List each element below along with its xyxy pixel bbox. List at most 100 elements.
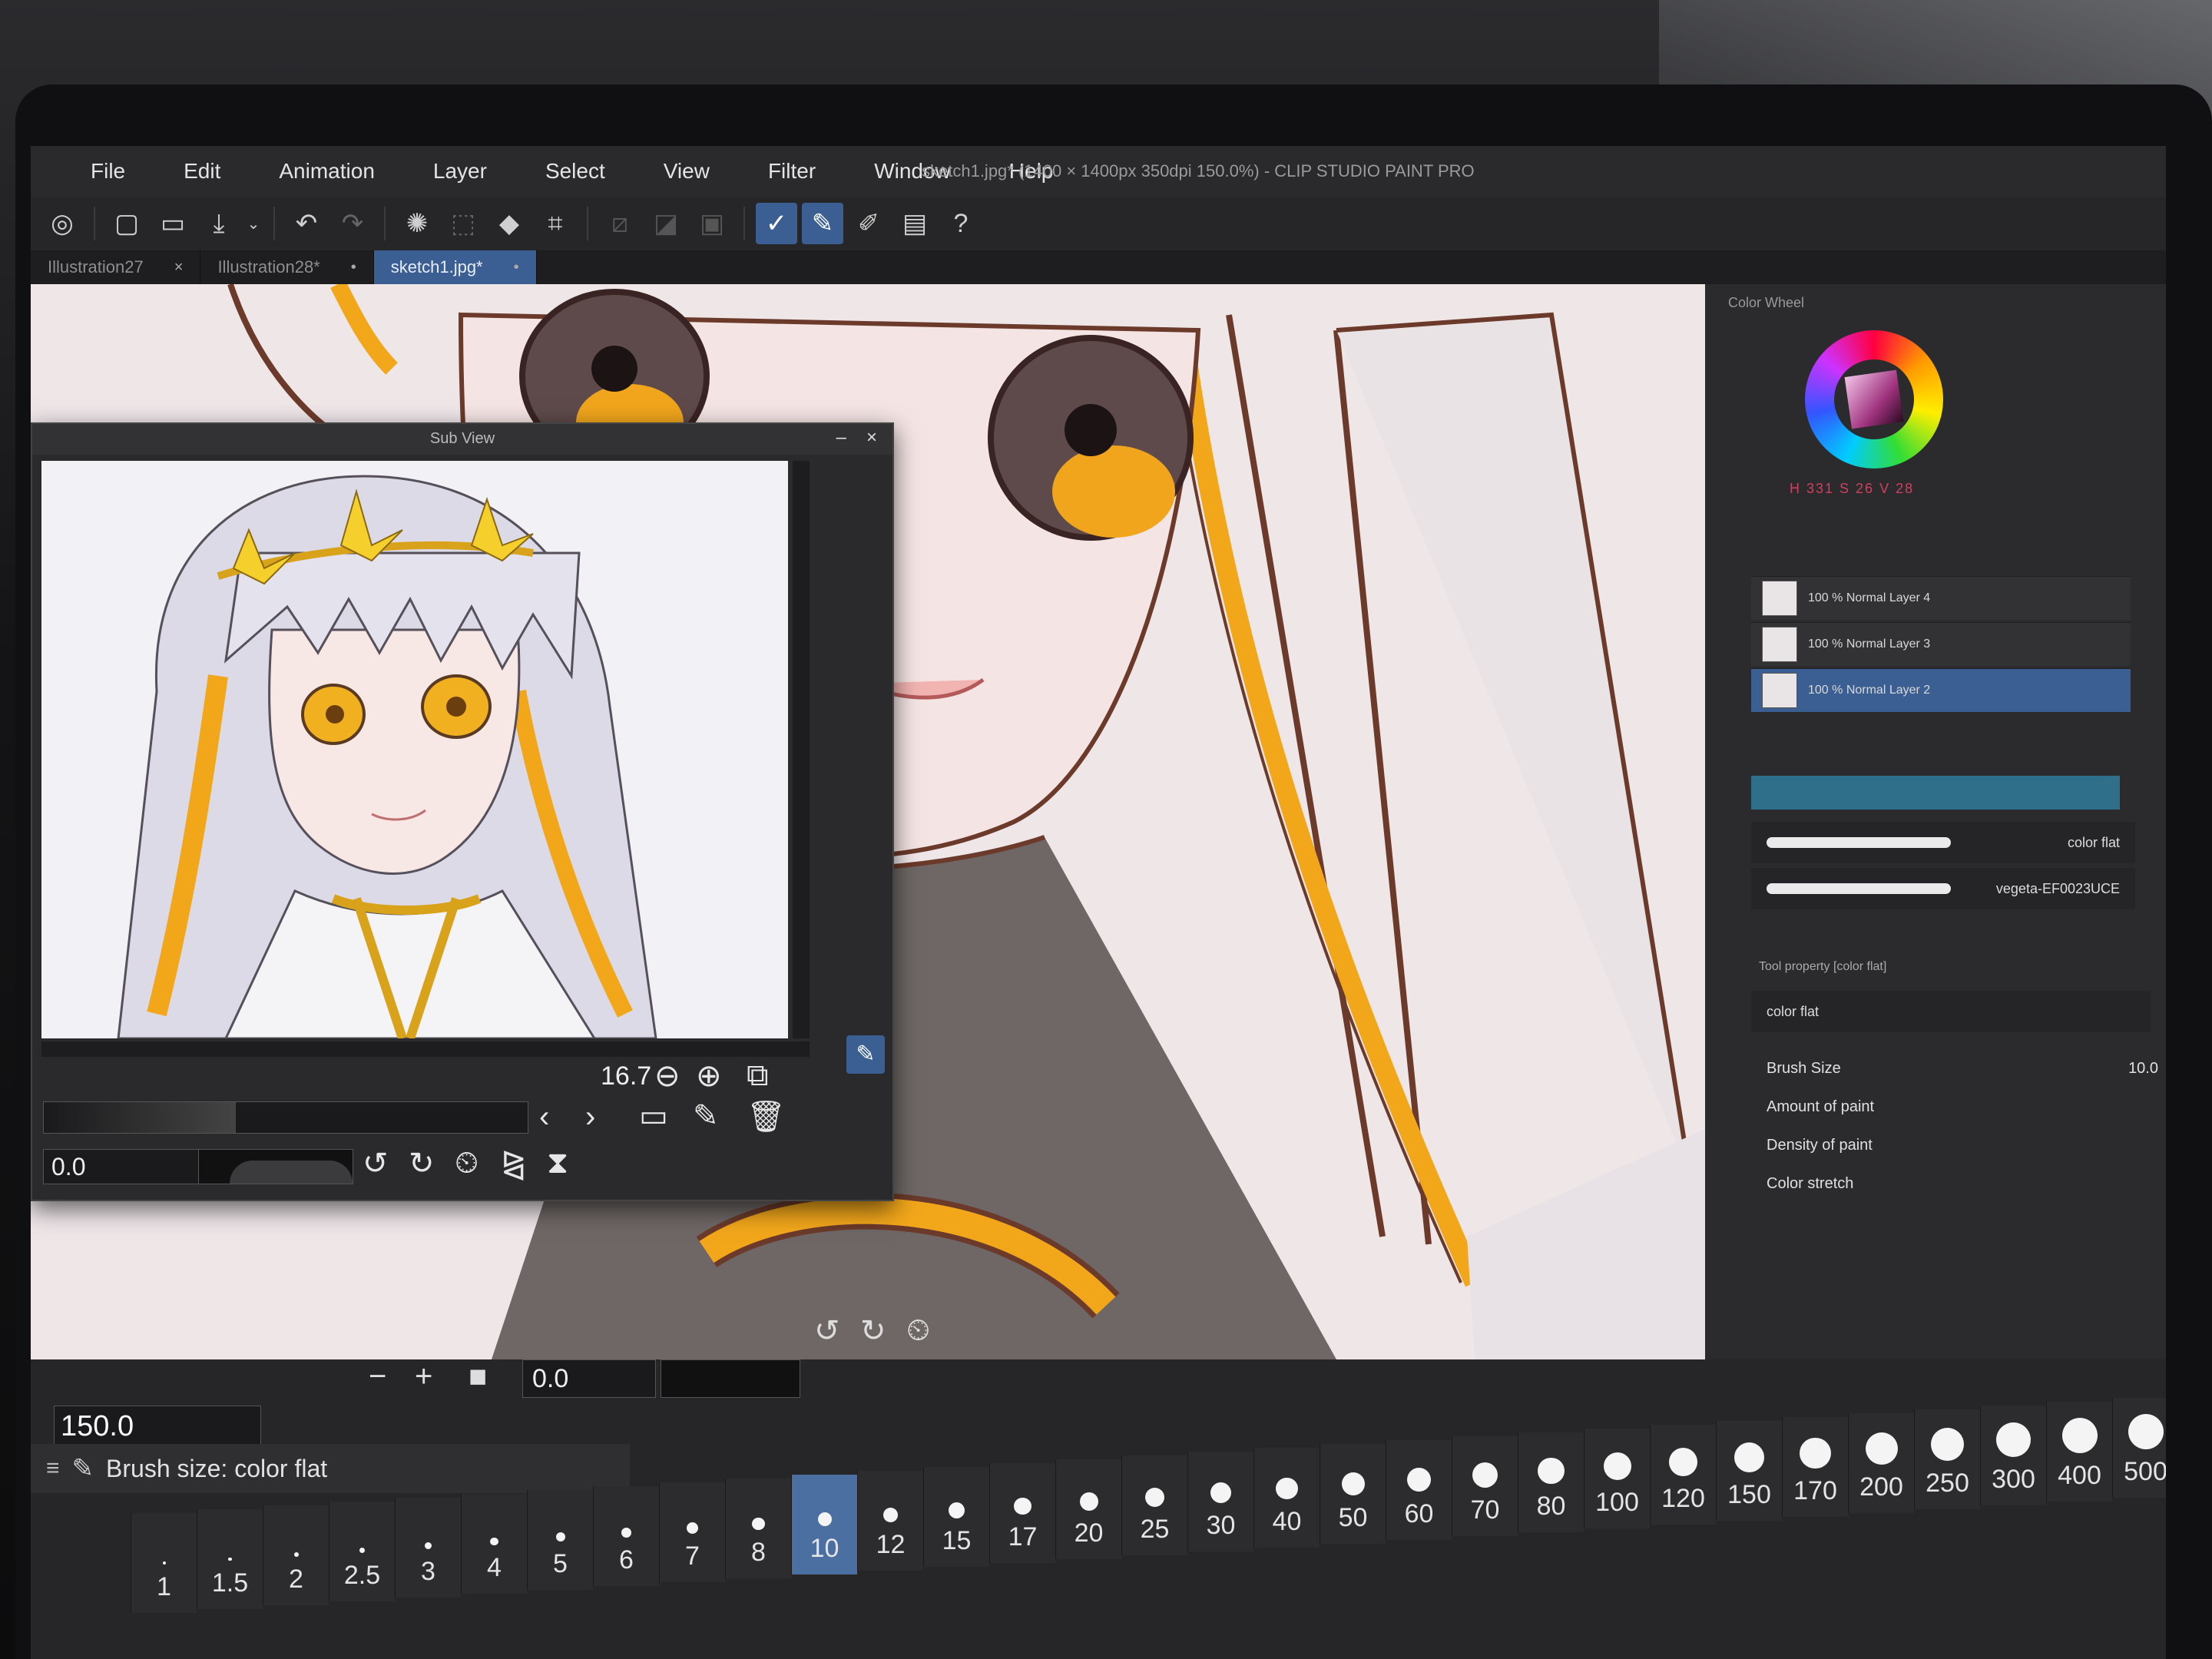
crop-icon[interactable]: ⌗: [535, 203, 576, 244]
brush-size-option[interactable]: 25: [1121, 1455, 1187, 1555]
new-file-icon[interactable]: ▢: [106, 203, 147, 244]
navigator-rotation-field[interactable]: 0.0: [522, 1359, 656, 1398]
rotate-left-icon[interactable]: ↺: [814, 1313, 840, 1349]
brush-size-option[interactable]: 20: [1055, 1459, 1121, 1559]
brush-size-option[interactable]: 4: [461, 1494, 527, 1594]
dropdown-icon[interactable]: ⌄: [244, 203, 263, 244]
brush-size-option[interactable]: 17: [989, 1463, 1055, 1563]
stop-icon[interactable]: ■: [469, 1359, 487, 1394]
brush-size-option[interactable]: 1: [131, 1513, 197, 1613]
brush-color-flat[interactable]: color flat: [1751, 822, 2135, 863]
brush-size-option[interactable]: 170: [1782, 1417, 1848, 1517]
sub-view-titlebar[interactable]: Sub View – ×: [32, 424, 892, 455]
open-folder-icon[interactable]: ▭: [152, 203, 194, 244]
menu-select[interactable]: Select: [516, 159, 634, 184]
marker-icon[interactable]: ✐: [848, 203, 889, 244]
brush-size-option[interactable]: 1.5: [197, 1509, 263, 1609]
brush-size-option[interactable]: 250: [1914, 1409, 1980, 1509]
transform-icon[interactable]: ⬚: [442, 203, 484, 244]
modified-dot-icon[interactable]: •: [351, 259, 356, 276]
brush-size-option[interactable]: 8: [725, 1479, 791, 1578]
import-image-icon[interactable]: ▭: [639, 1098, 668, 1134]
tab-illustration27[interactable]: Illustration27 ×: [31, 250, 201, 284]
rotate-right-icon[interactable]: ↻: [860, 1313, 886, 1349]
menu-layer[interactable]: Layer: [404, 159, 516, 184]
brush-size-option[interactable]: 6: [593, 1486, 659, 1586]
close-icon[interactable]: ×: [174, 259, 184, 276]
color-saturation-square[interactable]: [1844, 369, 1904, 429]
prop-brush-size-value[interactable]: 10.0: [2128, 1060, 2158, 1078]
brush-size-option[interactable]: 80: [1518, 1432, 1584, 1532]
brush-size-option[interactable]: 2.5: [329, 1502, 395, 1601]
brush-size-option[interactable]: 150: [1716, 1421, 1782, 1521]
help-icon[interactable]: ?: [940, 203, 982, 244]
zoom-in-icon[interactable]: ⊕: [696, 1058, 722, 1094]
eyedropper-icon[interactable]: ✎: [846, 1035, 885, 1074]
layer-row[interactable]: 100 % Normal Layer 3: [1751, 622, 2131, 666]
brush-size-option[interactable]: 100: [1584, 1429, 1650, 1528]
menu-file[interactable]: File: [61, 159, 154, 184]
rotation-graph[interactable]: [198, 1149, 353, 1184]
menu-animation[interactable]: Animation: [250, 159, 404, 184]
brush-size-option[interactable]: 120: [1650, 1425, 1716, 1525]
pen-active-icon[interactable]: ✓: [756, 203, 797, 244]
brush-size-option[interactable]: 400: [2046, 1402, 2112, 1502]
rotate-left-icon[interactable]: ↺: [363, 1146, 389, 1181]
previous-image-icon[interactable]: ‹: [539, 1100, 549, 1134]
brush-size-option[interactable]: 15: [923, 1467, 989, 1567]
minimize-icon[interactable]: –: [836, 427, 846, 449]
sub-view-vscrollbar[interactable]: [793, 461, 810, 1038]
brush-size-option[interactable]: 5: [527, 1490, 593, 1590]
brush-size-current[interactable]: 150.0: [54, 1406, 261, 1447]
layer-row[interactable]: 100 % Normal Layer 4: [1751, 576, 2131, 620]
reset-rotation-icon[interactable]: ⏲: [906, 1313, 930, 1348]
brush-size-option[interactable]: 40: [1253, 1448, 1320, 1548]
modified-dot-icon[interactable]: •: [514, 259, 519, 276]
brush-size-option[interactable]: 30: [1187, 1452, 1253, 1551]
sub-view-image[interactable]: [41, 461, 788, 1038]
save-icon[interactable]: ⤓: [198, 203, 240, 244]
zoom-out-icon[interactable]: −: [369, 1359, 386, 1394]
tab-sketch1[interactable]: sketch1.jpg* •: [373, 250, 537, 284]
reset-rotation-icon[interactable]: ⏲: [455, 1146, 478, 1181]
menu-edit[interactable]: Edit: [154, 159, 250, 184]
next-image-icon[interactable]: ›: [585, 1100, 595, 1134]
flip-vertical-icon[interactable]: ⧗: [547, 1146, 568, 1181]
brush-size-option[interactable]: 60: [1386, 1440, 1452, 1540]
brush-vegeta[interactable]: vegeta-EF0023UCE: [1751, 868, 2135, 909]
menu-view[interactable]: View: [634, 159, 739, 184]
sub-view-hscrollbar[interactable]: [41, 1041, 810, 1057]
edit-image-icon[interactable]: ✎: [693, 1098, 719, 1134]
book-icon[interactable]: ▤: [894, 203, 935, 244]
sub-view-rotation-field[interactable]: 0.0: [43, 1149, 206, 1184]
pen2-icon[interactable]: ✎: [802, 203, 843, 244]
deselect-icon[interactable]: ⧄: [599, 203, 641, 244]
delete-icon[interactable]: 🗑: [747, 1098, 786, 1134]
clip-logo-icon[interactable]: ◎: [41, 203, 83, 244]
fill-icon[interactable]: ◆: [488, 203, 530, 244]
snap-icon[interactable]: ▣: [691, 203, 733, 244]
brush-size-option[interactable]: 50: [1320, 1444, 1386, 1544]
brush-size-option[interactable]: 7: [659, 1482, 725, 1582]
brush-size-option[interactable]: 70: [1452, 1436, 1518, 1536]
menu-icon[interactable]: ≡: [46, 1455, 60, 1482]
redo-icon[interactable]: ↷: [332, 203, 373, 244]
zoom-in-icon[interactable]: +: [415, 1359, 432, 1394]
layer-row-selected[interactable]: 100 % Normal Layer 2: [1751, 668, 2131, 712]
sub-tool-tabs[interactable]: [1751, 776, 2120, 810]
sub-view-zoom-slider[interactable]: [43, 1101, 528, 1134]
rotate-right-icon[interactable]: ↻: [409, 1146, 435, 1181]
brush-size-option[interactable]: 200: [1848, 1413, 1914, 1513]
flip-horizontal-icon[interactable]: ⧎: [501, 1146, 527, 1181]
fit-view-icon[interactable]: ⧉: [747, 1058, 769, 1093]
menu-filter[interactable]: Filter: [739, 159, 845, 184]
undo-icon[interactable]: ↶: [286, 203, 327, 244]
close-icon[interactable]: ×: [866, 427, 877, 449]
brush-size-option[interactable]: 2: [263, 1505, 329, 1605]
tab-illustration28[interactable]: Illustration28* •: [200, 250, 374, 284]
brush-size-option[interactable]: 300: [1980, 1406, 2046, 1505]
brush-size-option[interactable]: 10: [791, 1475, 857, 1575]
brush-size-option[interactable]: 3: [395, 1498, 461, 1598]
ruler-icon[interactable]: ◪: [645, 203, 687, 244]
navigator-graph[interactable]: [661, 1359, 800, 1398]
